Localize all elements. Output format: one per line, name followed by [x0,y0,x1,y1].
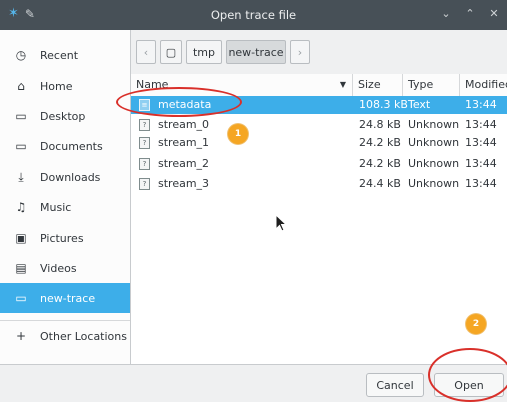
plus-icon: + [15,329,27,343]
highlight-ring-open [428,348,507,402]
file-size: 24.8 kB [359,118,401,131]
download-icon: ⤓ [18,169,24,184]
file-name: stream_3 [158,177,210,190]
video-icon: ▤ [15,261,27,275]
table-row[interactable]: ? stream_3 24.4 kB Unknown 13:44 [131,175,507,193]
sidebar-item-label: new-trace [40,291,96,305]
mouse-cursor-icon [275,214,287,232]
chevron-right-icon: › [297,45,303,59]
title-bar: ✶ ✎ Open trace file ⌄ ⌃ ✕ [0,0,507,30]
file-type: Unknown [408,136,460,149]
sidebar-item-pictures[interactable]: ▣ Pictures [0,223,130,253]
sidebar-item-recent[interactable]: ◷ Recent [0,40,130,70]
path-back-button[interactable]: ‹ [136,40,156,64]
sidebar-item-new-trace[interactable]: ▭ new-trace [0,283,130,313]
column-header-label: Type [408,78,434,91]
column-header-type[interactable]: Type [403,74,460,96]
sidebar-item-label: Pictures [40,231,84,245]
sidebar-item-label: Home [40,79,73,93]
sidebar-item-music[interactable]: ♫ Music [0,192,130,222]
file-type: Text [408,98,431,111]
window-title: Open trace file [210,8,297,22]
sidebar-item-videos[interactable]: ▤ Videos [0,253,130,283]
path-forward-button[interactable]: › [290,40,310,64]
column-header-label: Modified [465,78,507,91]
column-header-label: Size [358,78,381,91]
unknown-file-icon: ? [139,119,150,131]
sidebar-item-home[interactable]: ⌂ Home [0,71,130,101]
file-modified: 13:44 [465,136,497,149]
folder-icon: ▭ [15,291,27,305]
sidebar-item-documents[interactable]: ▭ Documents [0,131,130,161]
file-size: 24.2 kB [359,136,401,149]
file-type: Unknown [408,118,460,131]
sidebar-item-label: Other Locations [40,329,127,343]
path-bar: ‹ ▢ tmp new-trace › [136,40,314,66]
unknown-file-icon: ? [139,178,150,190]
sidebar-item-downloads[interactable]: ⤓ Downloads [0,162,130,192]
cancel-button[interactable]: Cancel [366,373,424,397]
file-type: Unknown [408,157,460,170]
home-icon: ⌂ [17,79,25,93]
file-size: 24.2 kB [359,157,401,170]
path-segment-tmp[interactable]: tmp [186,40,222,64]
file-modified: 13:44 [465,177,497,190]
sort-desc-icon: ▼ [339,80,346,89]
step-badge-2: 2 [466,314,486,334]
path-root-button[interactable]: ▢ [160,40,182,64]
drive-icon: ▢ [165,45,177,59]
music-icon: ♫ [15,200,27,214]
table-row[interactable]: ? stream_2 24.2 kB Unknown 13:44 [131,155,507,173]
column-header-size[interactable]: Size [353,74,403,96]
file-list: Name ▼ Size Type Modified ≡ metadata 108… [131,74,507,364]
clock-icon: ◷ [15,48,27,62]
sidebar-item-label: Documents [40,139,103,153]
highlight-ring-metadata [116,87,242,117]
places-sidebar: ◷ Recent ⌂ Home ▭ Desktop ▭ Documents ⤓ … [0,30,131,364]
window-controls: ⌄ ⌃ ✕ [439,6,501,20]
file-modified: 13:44 [465,157,497,170]
chevron-down-icon[interactable]: ⌄ [439,6,453,20]
file-chooser-dialog: ✶ ✎ Open trace file ⌄ ⌃ ✕ ◷ Recent ⌂ Hom… [0,0,507,402]
file-type: Unknown [408,177,460,190]
chevron-up-icon[interactable]: ⌃ [463,6,477,20]
table-row[interactable]: ? stream_1 24.2 kB Unknown 13:44 [131,134,507,152]
close-icon[interactable]: ✕ [487,6,501,20]
table-row[interactable]: ? stream_0 24.8 kB Unknown 13:44 [131,116,507,134]
file-size: 108.3 kB [359,98,408,111]
chevron-left-icon: ‹ [143,45,149,59]
file-name: stream_1 [158,136,210,149]
file-size: 24.4 kB [359,177,401,190]
column-header-modified[interactable]: Modified [460,74,507,96]
path-segment-label: new-trace [228,45,284,59]
sidebar-item-label: Desktop [40,109,86,123]
pictures-icon: ▣ [15,231,27,245]
unknown-file-icon: ? [139,137,150,149]
path-segment-label: tmp [192,45,215,59]
sidebar-item-desktop[interactable]: ▭ Desktop [0,101,130,131]
sidebar-item-label: Downloads [40,170,101,184]
step-badge-1: 1 [228,124,248,144]
unknown-file-icon: ? [139,158,150,170]
sidebar-item-other-locations[interactable]: + Other Locations [0,321,130,351]
sidebar-item-label: Music [40,200,72,214]
file-name: stream_2 [158,157,210,170]
file-modified: 13:44 [465,118,497,131]
file-modified: 13:44 [465,98,497,111]
sidebar-item-label: Videos [40,261,77,275]
sidebar-item-label: Recent [40,48,79,62]
desktop-folder-icon: ▭ [15,109,27,123]
documents-folder-icon: ▭ [15,139,27,153]
path-segment-new-trace[interactable]: new-trace [226,40,286,64]
file-name: stream_0 [158,118,210,131]
